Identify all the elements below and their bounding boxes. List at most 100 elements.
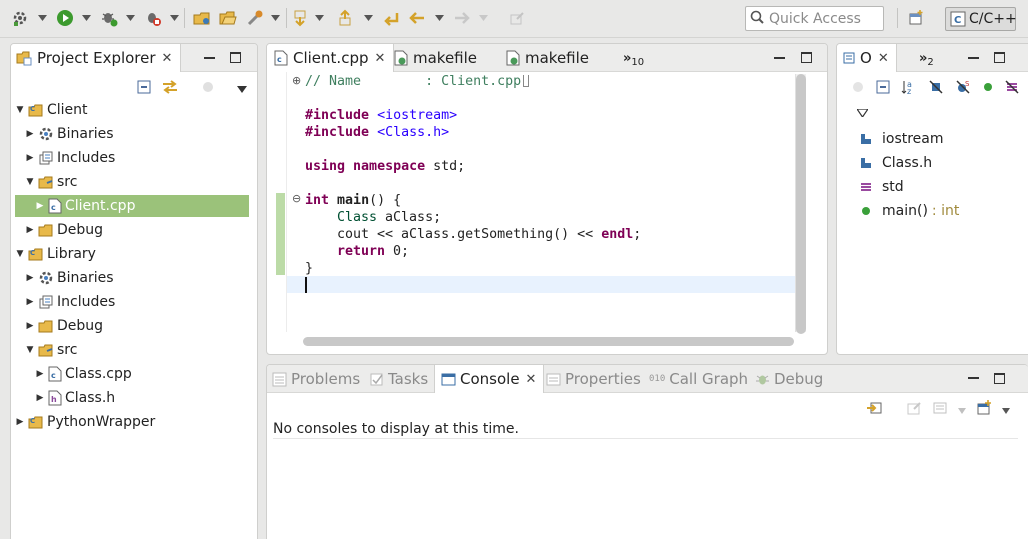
debug-icon[interactable] [99, 8, 119, 28]
close-icon[interactable]: ✕ [162, 51, 173, 66]
fold-expand-icon[interactable]: ⊕ [292, 74, 301, 87]
expand-arrow-icon[interactable]: ▶ [34, 369, 46, 379]
code-line[interactable]: cout << aClass.getSomething() << endl; [337, 226, 641, 243]
last-edit-icon[interactable] [382, 8, 402, 28]
expand-arrow-icon[interactable]: ▶ [34, 393, 46, 403]
run-dropdown-icon[interactable] [81, 8, 91, 28]
code-line[interactable]: // Name : Client.cpp [305, 73, 530, 90]
tab-problems[interactable]: Problems [272, 365, 360, 393]
expand-arrow-icon[interactable]: ▶ [24, 153, 36, 163]
minimize-button[interactable] [968, 373, 979, 379]
maximize-button[interactable] [994, 373, 1005, 384]
back-dropdown-icon[interactable] [434, 8, 444, 28]
minimize-button[interactable] [204, 53, 215, 59]
close-icon[interactable]: ✕ [526, 372, 537, 387]
tree-item[interactable]: ▶ Includes [24, 147, 116, 169]
tab-properties[interactable]: Properties [546, 365, 641, 393]
hide-fields-icon[interactable] [928, 79, 944, 99]
tab-client-cpp[interactable]: c Client.cpp ✕ [267, 44, 395, 72]
outline-item[interactable]: Class.h [858, 152, 932, 174]
minimize-button[interactable] [968, 53, 979, 59]
stop-icon[interactable] [143, 8, 163, 28]
next-annotation-dropdown-icon[interactable] [314, 8, 324, 28]
vertical-scrollbar-thumb[interactable] [796, 74, 806, 334]
debug-dropdown-icon[interactable] [125, 8, 135, 28]
sort-icon[interactable]: az [901, 79, 917, 99]
tab-makefile[interactable]: makefile [506, 44, 589, 72]
expand-arrow-icon[interactable]: ▶ [24, 273, 36, 283]
prev-annotation-dropdown-icon[interactable] [363, 8, 373, 28]
expand-arrow-icon[interactable]: ▼ [24, 177, 36, 187]
tab-project-explorer[interactable]: Project Explorer ✕ [11, 44, 182, 72]
expand-arrow-icon[interactable]: ▶ [24, 321, 36, 331]
run-icon[interactable] [55, 8, 75, 28]
outline-item[interactable]: main() : int [858, 200, 959, 222]
hide-nonpublic-icon[interactable] [982, 81, 994, 97]
view-menu-icon[interactable] [237, 81, 247, 97]
tab-makefile[interactable]: makefile [394, 44, 477, 72]
code-line[interactable]: #include <iostream> [305, 107, 457, 124]
tool-dropdown-icon[interactable] [270, 8, 280, 28]
tree-item[interactable]: ▼ src [24, 339, 78, 361]
expand-arrow-icon[interactable]: ▶ [14, 417, 26, 427]
next-annotation-icon[interactable] [290, 8, 310, 28]
open-console-icon[interactable] [976, 400, 992, 420]
collapse-all-icon[interactable] [137, 80, 151, 98]
expand-arrow-icon[interactable]: ▶ [24, 129, 36, 139]
prev-annotation-icon[interactable] [335, 8, 355, 28]
tree-item[interactable]: ▶ Debug [24, 315, 104, 337]
tree-item-selected[interactable]: ▶ c Client.cpp [15, 195, 249, 217]
hide-static-icon[interactable]: S [955, 79, 971, 99]
stop-dropdown-icon[interactable] [169, 8, 179, 28]
link-with-editor-icon[interactable] [161, 80, 179, 98]
perspective-cpp-button[interactable]: C C/C++ [945, 7, 1017, 31]
new-project-icon[interactable] [192, 8, 212, 28]
minimize-button[interactable] [774, 53, 785, 59]
tab-call-graph[interactable]: 010 Call Graph [649, 365, 748, 393]
open-perspective-icon[interactable] [905, 8, 927, 28]
expand-arrow-icon[interactable]: ▶ [24, 297, 36, 307]
expand-arrow-icon[interactable]: ▶ [24, 225, 36, 235]
horizontal-scrollbar-thumb[interactable] [303, 337, 794, 346]
code-line[interactable]: #include <Class.h> [305, 124, 449, 141]
tab-overflow[interactable]: » 2 [919, 44, 934, 72]
tree-item[interactable]: ▶ c Class.cpp [34, 363, 132, 385]
tree-item[interactable]: ▶ Binaries [24, 267, 114, 289]
expand-arrow-icon[interactable]: ▶ [34, 201, 46, 211]
tree-item[interactable]: ▼ src [24, 171, 78, 193]
close-icon[interactable]: ✕ [374, 51, 385, 66]
maximize-button[interactable] [801, 52, 812, 63]
tree-item[interactable]: ▼ C Library [14, 243, 96, 265]
expand-arrow-icon[interactable]: ▼ [14, 249, 26, 259]
tree-item[interactable]: ▶ h Class.h [34, 387, 116, 409]
tree-item[interactable]: ▶ C PythonWrapper [14, 411, 156, 433]
tab-tasks[interactable]: Tasks [369, 365, 428, 393]
tree-item[interactable]: ▶ Includes [24, 291, 116, 313]
collapse-all-icon[interactable] [876, 80, 890, 98]
code-line[interactable]: Class aClass; [337, 209, 441, 226]
pin-console-icon[interactable] [866, 400, 882, 420]
code-line[interactable]: int main() { [305, 192, 401, 209]
tool-icon[interactable] [245, 8, 265, 28]
outline-item[interactable]: std [858, 176, 904, 198]
build-dropdown-icon[interactable] [37, 8, 47, 28]
open-folder-icon[interactable] [218, 8, 238, 28]
code-line[interactable]: using namespace std; [305, 158, 465, 175]
hide-namespace-icon[interactable] [1005, 80, 1019, 98]
tree-item[interactable]: ▼ C Client [14, 99, 88, 121]
tab-debug[interactable]: Debug [755, 365, 823, 393]
tab-outline[interactable]: O ✕ [837, 44, 897, 72]
tab-overflow[interactable]: » 10 [623, 44, 644, 72]
tab-console[interactable]: Console ✕ [434, 365, 545, 393]
close-icon[interactable]: ✕ [878, 51, 889, 66]
fold-collapse-icon[interactable]: ⊖ [292, 192, 301, 205]
back-icon[interactable] [407, 8, 427, 28]
maximize-button[interactable] [994, 52, 1005, 63]
tree-item[interactable]: ▶ Binaries [24, 123, 114, 145]
quick-access-input[interactable]: Quick Access [745, 6, 884, 31]
tree-item[interactable]: ▶ Debug [24, 219, 104, 241]
code-line[interactable]: return 0; [337, 243, 409, 260]
outline-item[interactable]: iostream [858, 128, 944, 150]
build-icon[interactable] [10, 8, 30, 28]
outline-view-menu-icon[interactable] [855, 105, 870, 121]
